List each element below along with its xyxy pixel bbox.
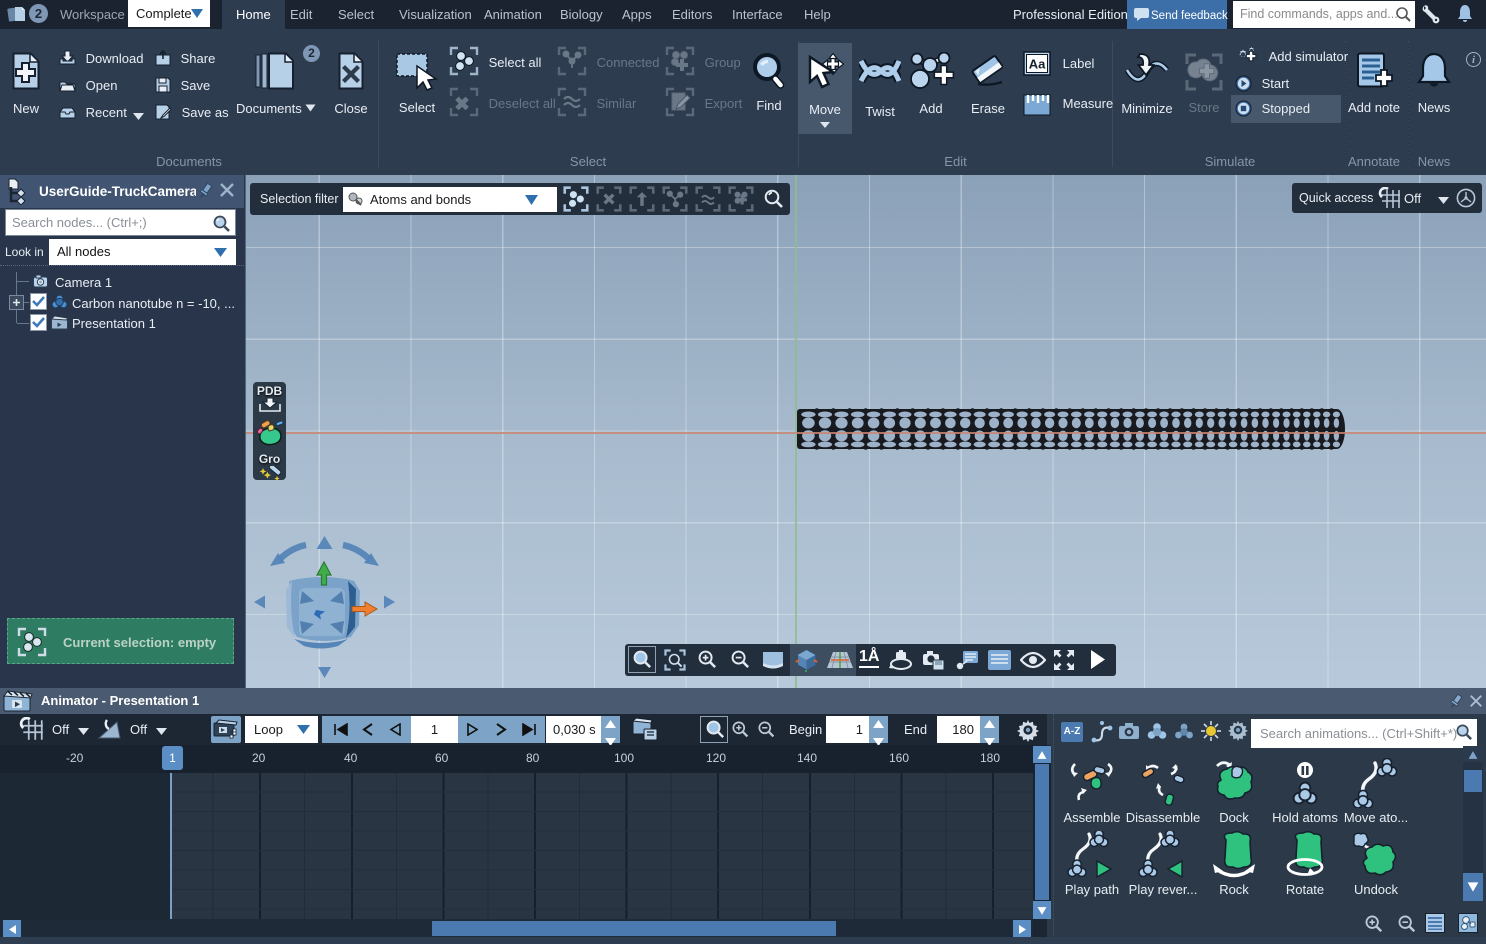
svg-text:Aa: Aa [1029,57,1046,72]
